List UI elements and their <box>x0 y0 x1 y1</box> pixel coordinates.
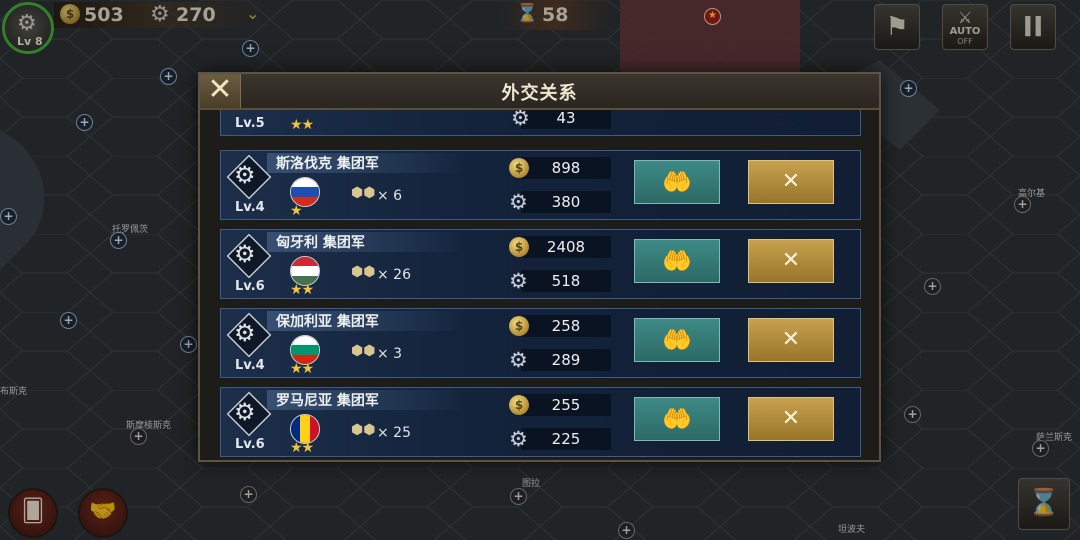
faction-row: ⚙ Lv.6 匈牙利 集团军 ★★ ⬢⬢ × 26 $ 2408 ⚙ 518 🤲… <box>220 229 861 299</box>
flag-stripe <box>291 336 319 346</box>
units-icon: ⬢⬢ <box>351 185 376 201</box>
faction-row: ⚙ Lv.6 罗马尼亚 集团军 ★★ ⬢⬢ × 25 $ 255 ⚙ 225 🤲… <box>220 387 861 457</box>
faction-level: Lv.4 <box>235 200 265 215</box>
unit-count: × 25 <box>377 425 411 441</box>
declare-war-button[interactable]: ✕ <box>748 160 834 204</box>
unit-count: × 26 <box>377 267 411 283</box>
faction-gold: 2408 <box>546 238 586 256</box>
close-icon: ✕ <box>207 72 233 107</box>
declare-war-button[interactable]: ✕ <box>748 318 834 362</box>
money-hand-icon: 🤲 <box>662 168 692 196</box>
faction-row: ⚙ Lv.4 斯洛伐克 集团军 ★ ⬢⬢ × 6 $ 898 ⚙ 380 🤲 ✕ <box>220 150 861 220</box>
crossed-rifles-icon: ✕ <box>781 406 801 431</box>
faction-industry: 43 <box>556 110 576 127</box>
stars: ★★ <box>290 440 314 456</box>
stars: ★ <box>290 203 303 219</box>
faction-name: 罗马尼亚 集团军 <box>276 393 379 409</box>
aid-button[interactable]: 🤲 <box>634 239 720 283</box>
flag-stripe <box>291 187 319 197</box>
faction-level: Lv.6 <box>235 437 265 452</box>
dialog-header: 外交关系 ✕ <box>200 74 879 110</box>
unit-count: × 6 <box>377 188 403 204</box>
flag-stripe <box>291 257 319 267</box>
faction-level: Lv.5 <box>235 116 265 131</box>
unit-count: × 3 <box>377 346 403 362</box>
faction-level: Lv.6 <box>235 279 265 294</box>
units-icon: ⬢⬢ <box>351 264 376 280</box>
crossed-rifles-icon: ✕ <box>781 327 801 352</box>
stars: ★★ <box>290 361 314 377</box>
faction-name: 斯洛伐克 集团军 <box>276 156 379 172</box>
gear-icon: ⚙ <box>234 319 256 347</box>
gold-box: $ 255 <box>509 394 611 416</box>
aid-button[interactable]: 🤲 <box>634 160 720 204</box>
faction-gold: 258 <box>551 317 581 335</box>
gold-box: $ 898 <box>509 157 611 179</box>
faction-level: Lv.4 <box>235 358 265 373</box>
industry-box: ⚙ 43 <box>511 110 611 129</box>
flag-stripe <box>291 178 319 188</box>
aid-button[interactable]: 🤲 <box>634 397 720 441</box>
units-icon: ⬢⬢ <box>351 422 376 438</box>
money-hand-icon: 🤲 <box>662 247 692 275</box>
flag-stripe <box>300 415 310 443</box>
aid-button[interactable]: 🤲 <box>634 318 720 362</box>
gear-icon: ⚙ <box>234 240 256 268</box>
gold-box: $ 258 <box>509 315 611 337</box>
faction-industry: 518 <box>551 272 581 290</box>
gold-box: $ 2408 <box>509 236 611 258</box>
close-button[interactable]: ✕ <box>200 74 241 108</box>
flag-stripe <box>291 345 319 355</box>
industry-box: ⚙ 225 <box>509 428 611 450</box>
faction-name: 匈牙利 集团军 <box>276 235 365 251</box>
money-hand-icon: 🤲 <box>662 405 692 433</box>
faction-industry: 380 <box>551 193 581 211</box>
money-hand-icon: 🤲 <box>662 326 692 354</box>
stars: ★★ <box>290 117 314 133</box>
declare-war-button[interactable]: ✕ <box>748 397 834 441</box>
faction-row: ⚙ Lv.4 保加利亚 集团军 ★★ ⬢⬢ × 3 $ 258 ⚙ 289 🤲 … <box>220 308 861 378</box>
faction-industry: 225 <box>551 430 581 448</box>
diplomacy-dialog: 外交关系 ✕ Lv.5 ★★ ⚙ 43 ⚙ Lv.4 斯洛伐克 集团军 ★ ⬢⬢… <box>198 72 881 462</box>
faction-name: 保加利亚 集团军 <box>276 314 379 330</box>
faction-row-partial: Lv.5 ★★ ⚙ 43 <box>220 110 861 136</box>
faction-industry: 289 <box>551 351 581 369</box>
gear-icon: ⚙ <box>234 161 256 189</box>
faction-gold: 898 <box>551 159 581 177</box>
faction-list[interactable]: Lv.5 ★★ ⚙ 43 ⚙ Lv.4 斯洛伐克 集团军 ★ ⬢⬢ × 6 $ … <box>220 110 861 460</box>
units-icon: ⬢⬢ <box>351 343 376 359</box>
gear-icon: ⚙ <box>234 398 256 426</box>
flag-stripe <box>309 415 319 443</box>
declare-war-button[interactable]: ✕ <box>748 239 834 283</box>
stars: ★★ <box>290 282 314 298</box>
industry-box: ⚙ 380 <box>509 191 611 213</box>
flag-stripe <box>291 415 301 443</box>
crossed-rifles-icon: ✕ <box>781 248 801 273</box>
industry-box: ⚙ 518 <box>509 270 611 292</box>
flag-stripe <box>291 266 319 276</box>
faction-gold: 255 <box>551 396 581 414</box>
crossed-rifles-icon: ✕ <box>781 169 801 194</box>
industry-box: ⚙ 289 <box>509 349 611 371</box>
dialog-title: 外交关系 <box>501 83 578 104</box>
